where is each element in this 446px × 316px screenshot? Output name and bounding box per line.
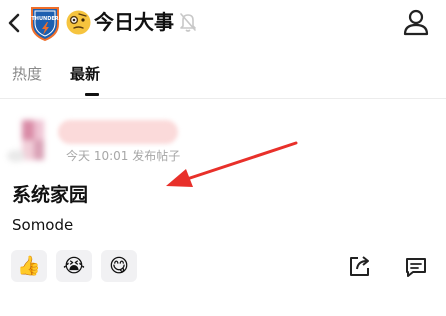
title-emoji-icon — [65, 9, 92, 36]
post-card[interactable]: 今天 10:01 发布帖子 系统家园 Somode 👍 😭 😋 — [0, 100, 446, 316]
share-button[interactable] — [347, 253, 373, 279]
author-name-redacted — [58, 120, 178, 144]
crying-face-icon: 😭 — [62, 255, 86, 277]
active-tab-indicator — [85, 93, 99, 96]
tab-hot[interactable]: 热度 — [12, 63, 42, 85]
avatar[interactable] — [6, 116, 64, 166]
post-title: 系统家园 — [12, 184, 89, 206]
team-logo-text: THUNDER — [31, 16, 58, 22]
chevron-left-icon — [8, 13, 20, 33]
post-timestamp: 今天 10:01 发布帖子 — [66, 149, 181, 163]
divider — [0, 98, 446, 99]
back-button[interactable] — [4, 6, 26, 40]
thumbs-up-icon: 👍 — [17, 255, 41, 277]
reaction-yum-face[interactable]: 😋 — [101, 250, 137, 282]
tab-latest[interactable]: 最新 — [70, 63, 100, 85]
comment-button[interactable] — [403, 254, 429, 280]
feed-tabs: 热度 最新 — [0, 58, 446, 98]
page-title: 今日大事 — [94, 10, 174, 34]
top-bar: THUNDER 今日大事 — [0, 0, 446, 48]
reaction-thumbs-up[interactable]: 👍 — [11, 250, 47, 282]
person-icon — [403, 9, 429, 36]
yum-face-icon: 😋 — [109, 255, 129, 277]
share-icon — [350, 256, 369, 276]
bell-off-icon — [178, 11, 198, 33]
post-body: Somode — [12, 216, 74, 234]
profile-button[interactable] — [402, 7, 430, 37]
comment-icon — [406, 258, 426, 277]
team-logo: THUNDER — [26, 2, 64, 42]
reaction-crying-face[interactable]: 😭 — [56, 250, 92, 282]
